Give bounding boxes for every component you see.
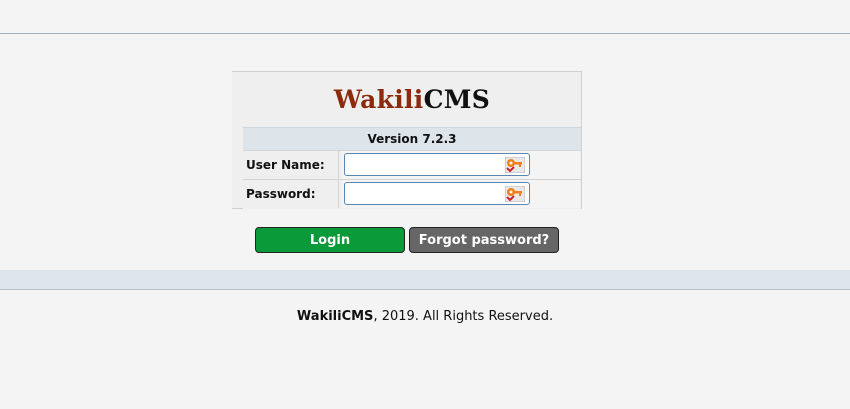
footer: WakiliCMS, 2019. All Rights Reserved.	[0, 309, 850, 327]
footer-copyright: , 2019. All Rights Reserved.	[373, 309, 554, 324]
key-icon[interactable]	[505, 186, 525, 202]
top-divider	[0, 33, 850, 34]
password-label: Password:	[246, 180, 339, 208]
password-input[interactable]	[344, 182, 530, 205]
version-label: Version 7.2.3	[243, 127, 581, 151]
username-label: User Name:	[246, 151, 339, 179]
logo-text-wakili: Wakili	[333, 85, 424, 114]
footer-band	[0, 270, 850, 290]
login-panel: Wakili CMS Version 7.2.3 User Name: Passw…	[232, 71, 582, 209]
password-row: Password:	[243, 180, 581, 209]
app-logo: Wakili CMS	[243, 72, 581, 127]
logo-text-cms: CMS	[423, 85, 491, 114]
username-row: User Name:	[243, 151, 581, 180]
password-cell	[342, 180, 580, 208]
footer-brand: WakiliCMS	[296, 309, 374, 324]
username-cell	[342, 151, 580, 179]
key-icon[interactable]	[505, 157, 525, 173]
forgot-password-button[interactable]: Forgot password?	[409, 227, 559, 253]
username-input[interactable]	[344, 153, 530, 176]
login-button[interactable]: Login	[255, 227, 405, 253]
